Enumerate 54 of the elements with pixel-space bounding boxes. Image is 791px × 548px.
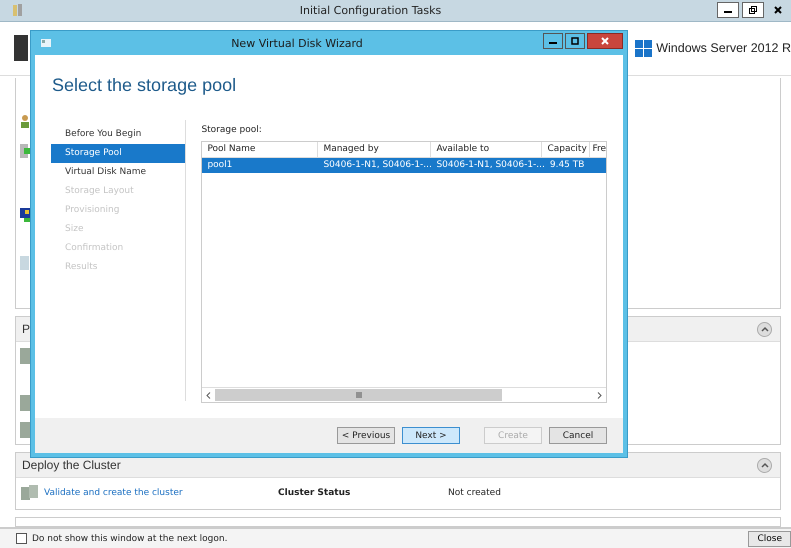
status-value: Not created bbox=[448, 488, 501, 498]
horizontal-scrollbar[interactable] bbox=[202, 387, 606, 402]
column-header[interactable]: Capacity bbox=[542, 142, 590, 157]
window-title: Initial Configuration Tasks bbox=[298, 4, 442, 17]
column-header[interactable]: Managed by bbox=[318, 142, 432, 157]
dialog-title: New Virtual Disk Wizard bbox=[230, 36, 364, 50]
restore-icon bbox=[749, 6, 757, 14]
wizard-button[interactable]: Next > bbox=[402, 427, 460, 444]
column-header[interactable]: Pool Name bbox=[202, 142, 318, 157]
minimize-button[interactable] bbox=[717, 2, 739, 18]
checkbox-label: Do not show this window at the next logon. bbox=[32, 534, 228, 544]
list-label: Storage pool: bbox=[201, 125, 263, 137]
server-icon bbox=[20, 256, 30, 270]
user-icon bbox=[20, 114, 30, 128]
server-icon bbox=[20, 144, 30, 158]
minimize-button[interactable] bbox=[543, 33, 563, 49]
logo-icon bbox=[14, 35, 28, 62]
server-icon bbox=[20, 348, 30, 364]
wizard-button[interactable]: < Previous bbox=[337, 427, 395, 444]
scroll-right-icon[interactable] bbox=[597, 392, 602, 398]
maximize-button[interactable] bbox=[565, 33, 585, 49]
column-header[interactable]: Available to bbox=[431, 142, 542, 157]
wizard-button[interactable]: Cancel bbox=[549, 427, 607, 444]
server-icon bbox=[20, 395, 30, 412]
windows-logo-icon bbox=[635, 40, 652, 57]
validate-link[interactable]: Validate and create the cluster bbox=[44, 488, 278, 498]
product-name: Windows Server 2012 R bbox=[656, 41, 791, 56]
chevron-icon bbox=[760, 326, 768, 332]
collapse-button[interactable] bbox=[757, 322, 772, 337]
server-icon bbox=[20, 422, 30, 438]
chevron-icon bbox=[760, 462, 768, 468]
table-row[interactable]: pool1 S0406-1-N1, S0406-1-... S0406-1-N1, S0406-1-... 9.45 TB bbox=[202, 158, 606, 173]
wizard-step[interactable]: Virtual Disk Name bbox=[51, 163, 186, 182]
scroll-left-icon[interactable] bbox=[206, 392, 212, 398]
close-icon bbox=[601, 37, 609, 45]
column-header[interactable]: Fre bbox=[590, 142, 606, 157]
close-button[interactable]: Close bbox=[748, 530, 791, 546]
section-title: Deploy the Cluster bbox=[22, 458, 121, 472]
page-heading: Select the storage pool bbox=[51, 74, 238, 97]
servers-icon bbox=[21, 485, 39, 502]
window-icon bbox=[41, 39, 51, 47]
close-button[interactable] bbox=[587, 33, 623, 49]
wizard-step[interactable]: Before You Begin bbox=[51, 125, 186, 144]
checkbox[interactable] bbox=[16, 533, 27, 544]
close-icon bbox=[774, 6, 782, 14]
status-label: Cluster Status bbox=[278, 488, 352, 498]
maximize-icon bbox=[571, 37, 579, 45]
monitor-icon bbox=[20, 208, 30, 222]
restore-button[interactable] bbox=[742, 2, 764, 18]
grip-icon bbox=[356, 392, 362, 398]
collapse-button[interactable] bbox=[757, 458, 772, 473]
wizard-step[interactable]: Storage Pool bbox=[51, 144, 186, 163]
section-title: P bbox=[22, 322, 30, 336]
tools-icon bbox=[12, 3, 24, 18]
